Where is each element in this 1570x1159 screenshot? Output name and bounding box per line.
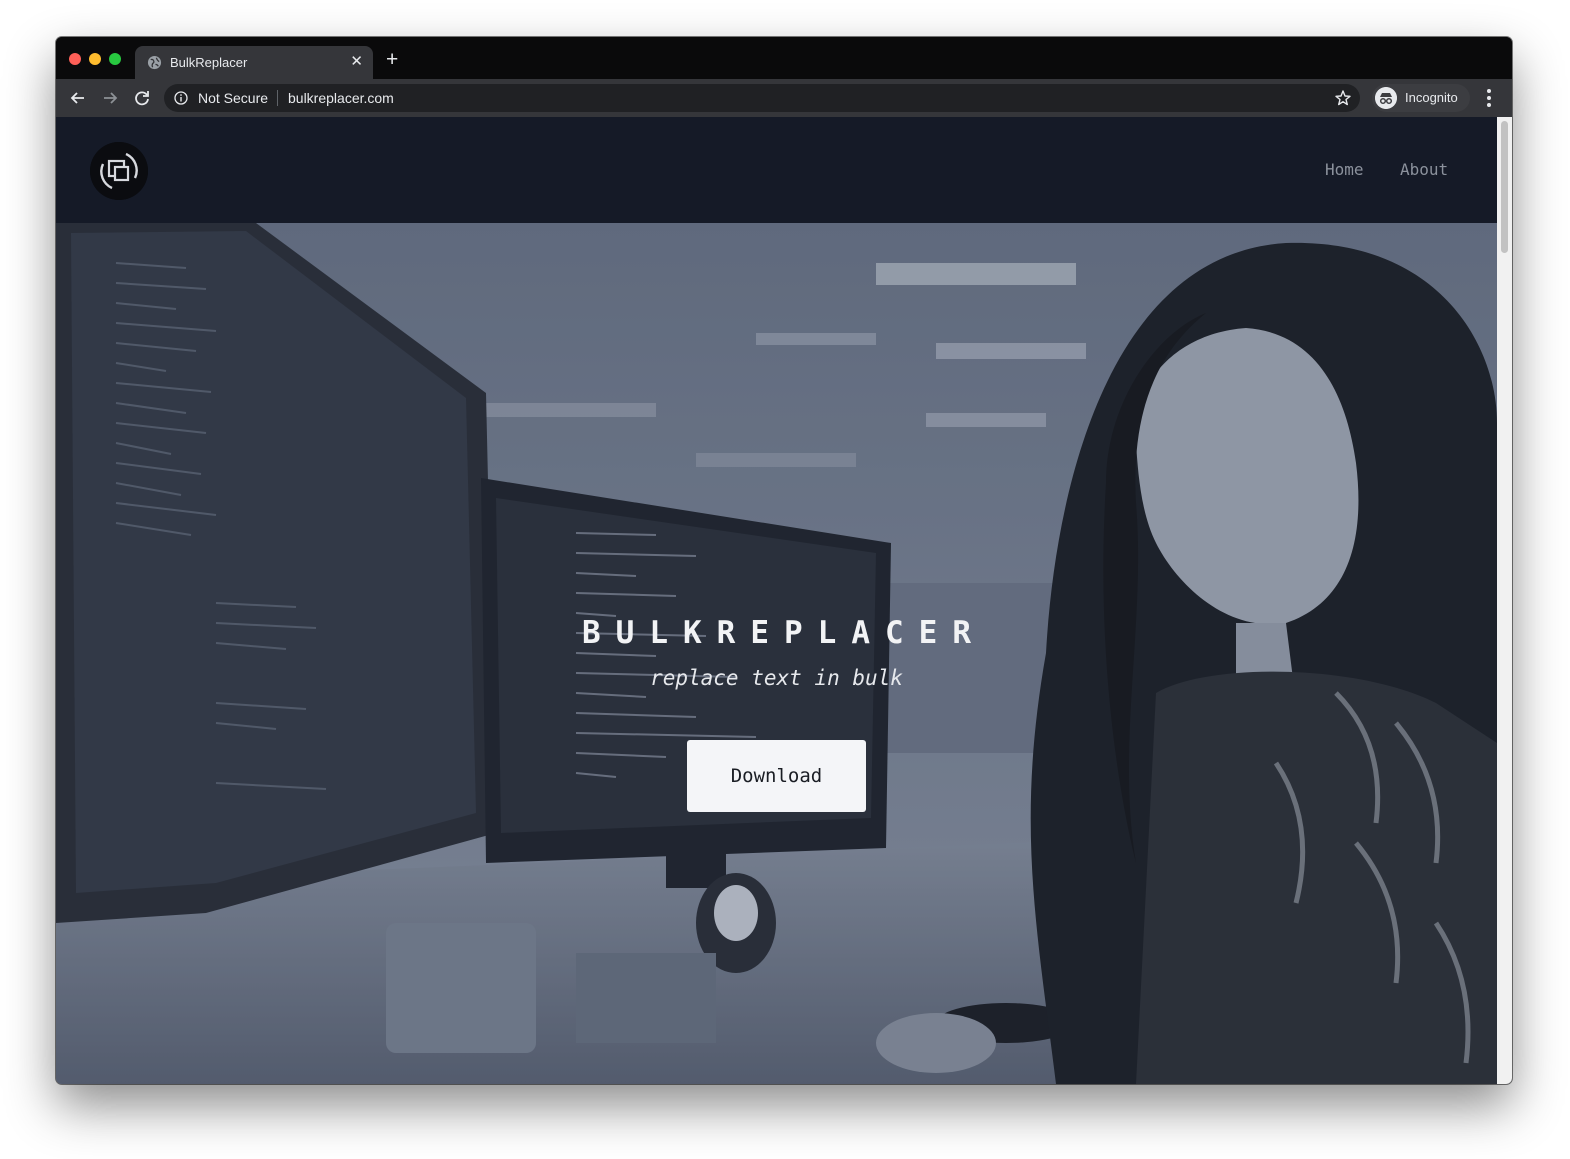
scrollbar-thumb[interactable] xyxy=(1501,121,1508,253)
new-tab-icon[interactable]: + xyxy=(386,49,398,70)
incognito-icon xyxy=(1375,87,1397,109)
hero-tint-overlay xyxy=(56,223,1497,1084)
logo-icon xyxy=(90,142,148,200)
incognito-badge[interactable]: Incognito xyxy=(1372,84,1470,112)
forward-icon[interactable] xyxy=(100,88,120,108)
close-icon[interactable]: ✕ xyxy=(350,54,363,70)
hero-subtitle: replace text in bulk xyxy=(650,666,903,690)
info-icon[interactable] xyxy=(174,91,188,105)
browser-toolbar: Not Secure bulkreplacer.com Incognito xyxy=(56,79,1512,117)
tab-strip: BulkReplacer ✕ + xyxy=(56,37,1512,79)
incognito-label: Incognito xyxy=(1405,90,1458,105)
browser-tab[interactable]: BulkReplacer ✕ xyxy=(135,46,373,79)
site-logo[interactable] xyxy=(90,142,148,200)
back-icon[interactable] xyxy=(68,88,88,108)
hero-section: BULKREPLACER replace text in bulk Downlo… xyxy=(56,223,1497,1084)
menu-icon[interactable] xyxy=(1486,89,1492,107)
url-text[interactable]: bulkreplacer.com xyxy=(288,90,394,106)
nav-about-link[interactable]: About xyxy=(1400,160,1448,179)
address-bar[interactable]: Not Secure bulkreplacer.com xyxy=(164,84,1360,112)
download-button[interactable]: Download xyxy=(687,740,866,812)
star-icon[interactable] xyxy=(1334,89,1352,107)
minimize-window-button[interactable] xyxy=(89,53,101,65)
reload-icon[interactable] xyxy=(132,88,152,108)
close-window-button[interactable] xyxy=(69,53,81,65)
security-label[interactable]: Not Secure xyxy=(198,90,268,106)
browser-window: BulkReplacer ✕ + Not Secure bulkreplacer… xyxy=(56,37,1512,1084)
globe-icon xyxy=(147,55,162,70)
address-separator xyxy=(277,90,278,106)
nav-home-link[interactable]: Home xyxy=(1325,160,1364,179)
site-navbar: Home About xyxy=(56,117,1497,223)
tab-title: BulkReplacer xyxy=(170,55,248,70)
maximize-window-button[interactable] xyxy=(109,53,121,65)
page-viewport: Home About BULKREPLACER replace text in … xyxy=(56,117,1512,1084)
hero-title: BULKREPLACER xyxy=(582,615,986,651)
page-scrollbar[interactable] xyxy=(1497,117,1512,1084)
